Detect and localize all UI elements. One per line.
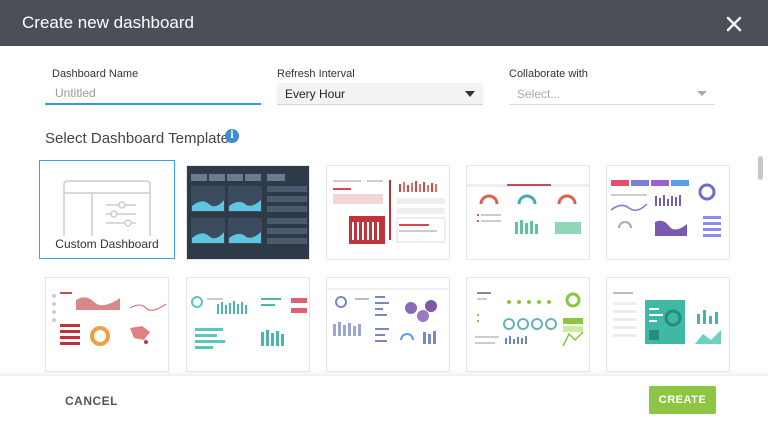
template-teal-tiles[interactable] [606, 277, 730, 372]
template-thumbnail [467, 184, 589, 234]
template-red-metrics[interactable] [326, 165, 450, 260]
template-purple-bubbles[interactable] [326, 277, 450, 372]
template-thumbnail [187, 166, 309, 259]
scrollbar-thumb[interactable] [758, 156, 763, 180]
collaborate-select[interactable]: Select... [509, 83, 715, 105]
caret-down-icon [465, 91, 475, 97]
template-thumbnail [52, 292, 167, 346]
refresh-interval-select[interactable]: Every Hour [277, 83, 483, 105]
template-thumbnail [610, 180, 721, 237]
dialog-title: Create new dashboard [22, 13, 195, 32]
scrollbar-track[interactable] [757, 154, 764, 376]
template-red-map[interactable] [45, 277, 169, 372]
dialog-header: Create new dashboard [0, 0, 768, 46]
create-button[interactable]: CREATE [649, 386, 716, 414]
template-green-gauges[interactable] [466, 277, 590, 372]
section-title: Select Dashboard Template [45, 130, 229, 147]
custom-dashboard-label: Custom Dashboard [55, 237, 159, 251]
info-icon[interactable]: i [225, 129, 239, 143]
dialog-footer: CANCEL CREATE [0, 375, 768, 423]
collaborate-placeholder: Select... [517, 87, 561, 101]
dashboard-name-label: Dashboard Name [52, 68, 139, 80]
template-dark-ops[interactable] [186, 165, 310, 260]
template-thumbnail [327, 288, 449, 344]
refresh-interval-value: Every Hour [285, 87, 346, 101]
template-gauges[interactable] [466, 165, 590, 260]
template-thumbnail [191, 296, 307, 349]
caret-down-icon [697, 91, 707, 96]
template-thumbnail [333, 180, 446, 244]
cancel-button[interactable]: CANCEL [65, 394, 118, 408]
template-purple-kpis[interactable] [606, 165, 730, 260]
template-custom[interactable]: Custom Dashboard [39, 160, 175, 259]
template-thumbnail [475, 292, 584, 347]
collaborate-label: Collaborate with [509, 68, 588, 80]
close-icon[interactable] [724, 14, 744, 34]
create-dashboard-dialog: Create new dashboard Dashboard Name Unti… [0, 0, 768, 423]
layout-icon [63, 180, 151, 242]
dashboard-name-placeholder: Untitled [55, 86, 96, 100]
refresh-interval-label: Refresh Interval [277, 68, 355, 80]
dashboard-name-input[interactable]: Untitled [45, 83, 261, 105]
template-thumbnail [613, 292, 721, 344]
template-teal-bars[interactable] [186, 277, 310, 372]
